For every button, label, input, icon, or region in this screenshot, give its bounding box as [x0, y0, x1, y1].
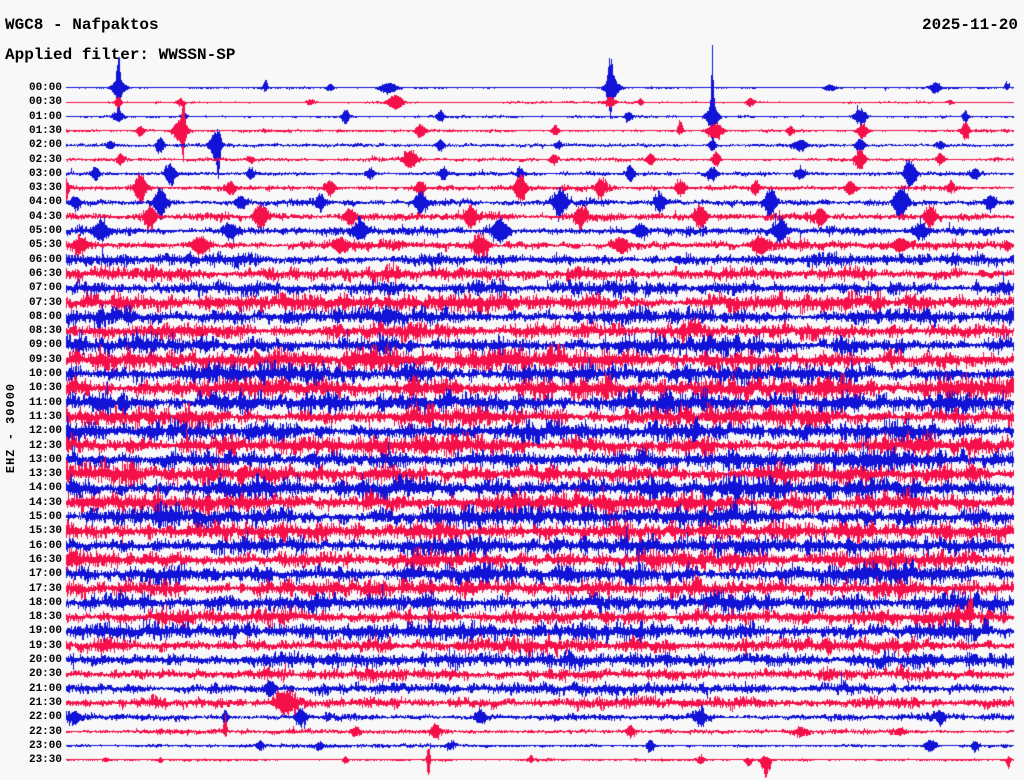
helicorder-page: WGC8 - Nafpaktos Applied filter: WWSSN-S… — [0, 0, 1024, 780]
helicorder-plot — [0, 0, 1024, 780]
